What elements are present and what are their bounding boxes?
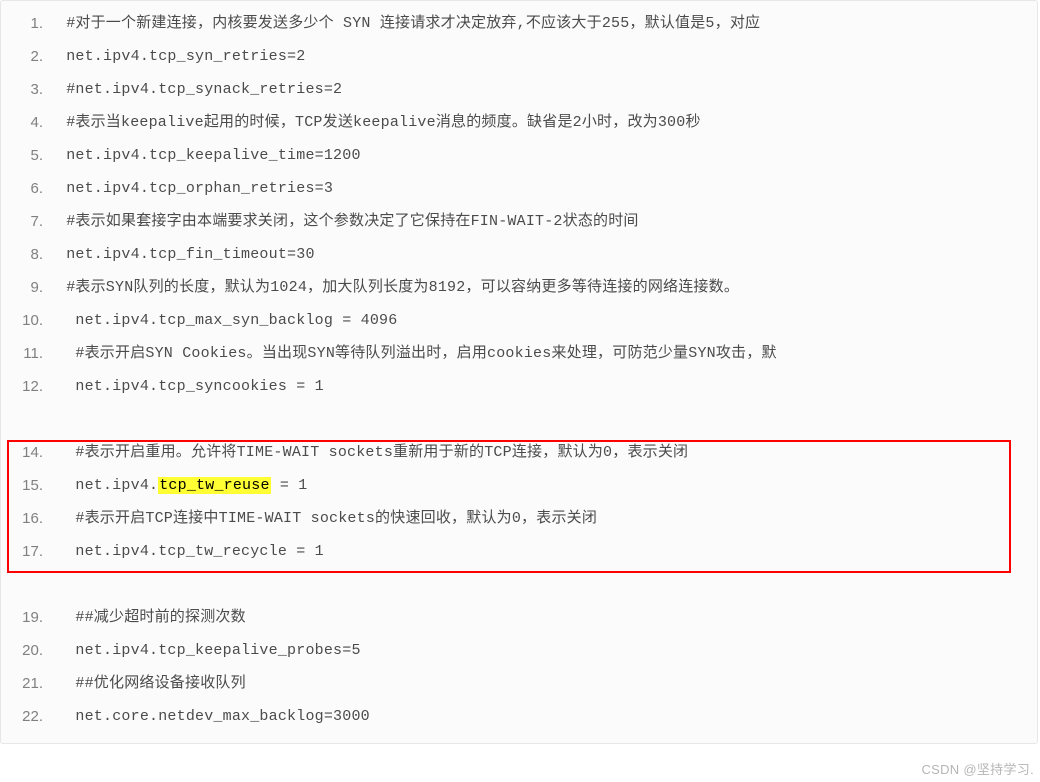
code-text: net.ipv4.tcp_keepalive_probes=5 [75,642,360,659]
watermark: CSDN @坚持学习. [921,759,1034,778]
code-text: net.ipv4. [75,477,158,494]
code-text: #表示当keepalive起用的时候，TCP发送keepalive消息的频度。缺… [66,114,700,131]
line-number [1,403,57,436]
line-number: 17. [1,535,57,568]
line-content [57,403,1037,436]
line-number: 14. [1,436,57,469]
code-text: net.ipv4.tcp_syn_retries=2 [66,48,305,65]
line-content: #net.ipv4.tcp_synack_retries=2 [57,73,1037,106]
code-line: 4. #表示当keepalive起用的时候，TCP发送keepalive消息的频… [1,106,1037,139]
line-content: #表示开启SYN Cookies。当出现SYN等待队列溢出时，启用cookies… [57,337,1037,370]
code-line: 16. #表示开启TCP连接中TIME-WAIT sockets的快速回收，默认… [1,502,1037,535]
line-content: net.ipv4.tcp_keepalive_time=1200 [57,139,1037,172]
code-line: 2. net.ipv4.tcp_syn_retries=2 [1,40,1037,73]
code-text: #表示开启TCP连接中TIME-WAIT sockets的快速回收，默认为0，表… [75,510,597,527]
highlighted-text: tcp_tw_reuse [158,477,270,494]
line-content: net.ipv4.tcp_keepalive_probes=5 [57,634,1037,667]
line-number: 15. [1,469,57,502]
line-number: 9. [1,271,57,304]
code-line: 21. ##优化网络设备接收队列 [1,667,1037,700]
line-number: 7. [1,205,57,238]
line-number: 19. [1,601,57,634]
code-block: 1. #对于一个新建连接，内核要发送多少个 SYN 连接请求才决定放弃,不应该大… [0,0,1038,744]
line-content: #表示如果套接字由本端要求关闭，这个参数决定了它保持在FIN-WAIT-2状态的… [57,205,1037,238]
code-line: 20. net.ipv4.tcp_keepalive_probes=5 [1,634,1037,667]
line-content: net.ipv4.tcp_max_syn_backlog = 4096 [57,304,1037,337]
code-line [1,568,1037,601]
code-line: 15. net.ipv4.tcp_tw_reuse = 1 [1,469,1037,502]
line-number: 8. [1,238,57,271]
line-content: #表示SYN队列的长度，默认为1024，加大队列长度为8192，可以容纳更多等待… [57,271,1037,304]
code-text: #表示开启重用。允许将TIME-WAIT sockets重新用于新的TCP连接，… [75,444,688,461]
code-line: 1. #对于一个新建连接，内核要发送多少个 SYN 连接请求才决定放弃,不应该大… [1,7,1037,40]
code-line: 17. net.ipv4.tcp_tw_recycle = 1 [1,535,1037,568]
code-text: net.ipv4.tcp_orphan_retries=3 [66,180,333,197]
code-text: net.ipv4.tcp_tw_recycle = 1 [75,543,323,560]
line-content: net.ipv4.tcp_orphan_retries=3 [57,172,1037,205]
code-text: #表示SYN队列的长度，默认为1024，加大队列长度为8192，可以容纳更多等待… [66,279,739,296]
line-number: 1. [1,7,57,40]
line-content: #表示开启TCP连接中TIME-WAIT sockets的快速回收，默认为0，表… [57,502,1037,535]
line-content: net.ipv4.tcp_syn_retries=2 [57,40,1037,73]
code-line: 3. #net.ipv4.tcp_synack_retries=2 [1,73,1037,106]
code-line: 19. ##减少超时前的探测次数 [1,601,1037,634]
code-text: net.ipv4.tcp_max_syn_backlog = 4096 [75,312,397,329]
line-number: 5. [1,139,57,172]
line-content: net.ipv4.tcp_tw_recycle = 1 [57,535,1037,568]
line-content: net.core.netdev_max_backlog=3000 [57,700,1037,733]
line-number: 6. [1,172,57,205]
code-line: 10. net.ipv4.tcp_max_syn_backlog = 4096 [1,304,1037,337]
code-text: ##减少超时前的探测次数 [75,609,245,626]
line-content: ##减少超时前的探测次数 [57,601,1037,634]
code-text: net.ipv4.tcp_fin_timeout=30 [66,246,314,263]
line-number: 2. [1,40,57,73]
line-content: #表示当keepalive起用的时候，TCP发送keepalive消息的频度。缺… [57,106,1037,139]
code-lines: 1. #对于一个新建连接，内核要发送多少个 SYN 连接请求才决定放弃,不应该大… [1,1,1037,743]
code-text: #对于一个新建连接，内核要发送多少个 SYN 连接请求才决定放弃,不应该大于25… [66,15,760,32]
code-line: 14. #表示开启重用。允许将TIME-WAIT sockets重新用于新的TC… [1,436,1037,469]
code-line: 6. net.ipv4.tcp_orphan_retries=3 [1,172,1037,205]
code-line: 9. #表示SYN队列的长度，默认为1024，加大队列长度为8192，可以容纳更… [1,271,1037,304]
line-content [57,568,1037,601]
code-text: #net.ipv4.tcp_synack_retries=2 [66,81,342,98]
code-line [1,403,1037,436]
line-number: 12. [1,370,57,403]
code-line: 7. #表示如果套接字由本端要求关闭，这个参数决定了它保持在FIN-WAIT-2… [1,205,1037,238]
line-content: ##优化网络设备接收队列 [57,667,1037,700]
line-content: net.ipv4.tcp_syncookies = 1 [57,370,1037,403]
code-line: 8. net.ipv4.tcp_fin_timeout=30 [1,238,1037,271]
line-number: 4. [1,106,57,139]
code-text: net.ipv4.tcp_syncookies = 1 [75,378,323,395]
line-number: 10. [1,304,57,337]
code-text: net.core.netdev_max_backlog=3000 [75,708,369,725]
line-number: 3. [1,73,57,106]
line-number: 21. [1,667,57,700]
code-line: 12. net.ipv4.tcp_syncookies = 1 [1,370,1037,403]
code-line: 22. net.core.netdev_max_backlog=3000 [1,700,1037,733]
line-number [1,568,57,601]
code-text: #表示如果套接字由本端要求关闭，这个参数决定了它保持在FIN-WAIT-2状态的… [66,213,638,230]
code-line: 5. net.ipv4.tcp_keepalive_time=1200 [1,139,1037,172]
line-number: 11. [1,337,57,370]
line-content: net.ipv4.tcp_fin_timeout=30 [57,238,1037,271]
line-content: #对于一个新建连接，内核要发送多少个 SYN 连接请求才决定放弃,不应该大于25… [57,7,1037,40]
code-text: ##优化网络设备接收队列 [75,675,245,692]
code-text: = 1 [271,477,308,494]
line-content: net.ipv4.tcp_tw_reuse = 1 [57,469,1037,502]
code-line: 11. #表示开启SYN Cookies。当出现SYN等待队列溢出时，启用coo… [1,337,1037,370]
line-number: 16. [1,502,57,535]
line-number: 22. [1,700,57,733]
line-number: 20. [1,634,57,667]
code-text: #表示开启SYN Cookies。当出现SYN等待队列溢出时，启用cookies… [75,345,776,362]
line-content: #表示开启重用。允许将TIME-WAIT sockets重新用于新的TCP连接，… [57,436,1037,469]
code-text: net.ipv4.tcp_keepalive_time=1200 [66,147,360,164]
